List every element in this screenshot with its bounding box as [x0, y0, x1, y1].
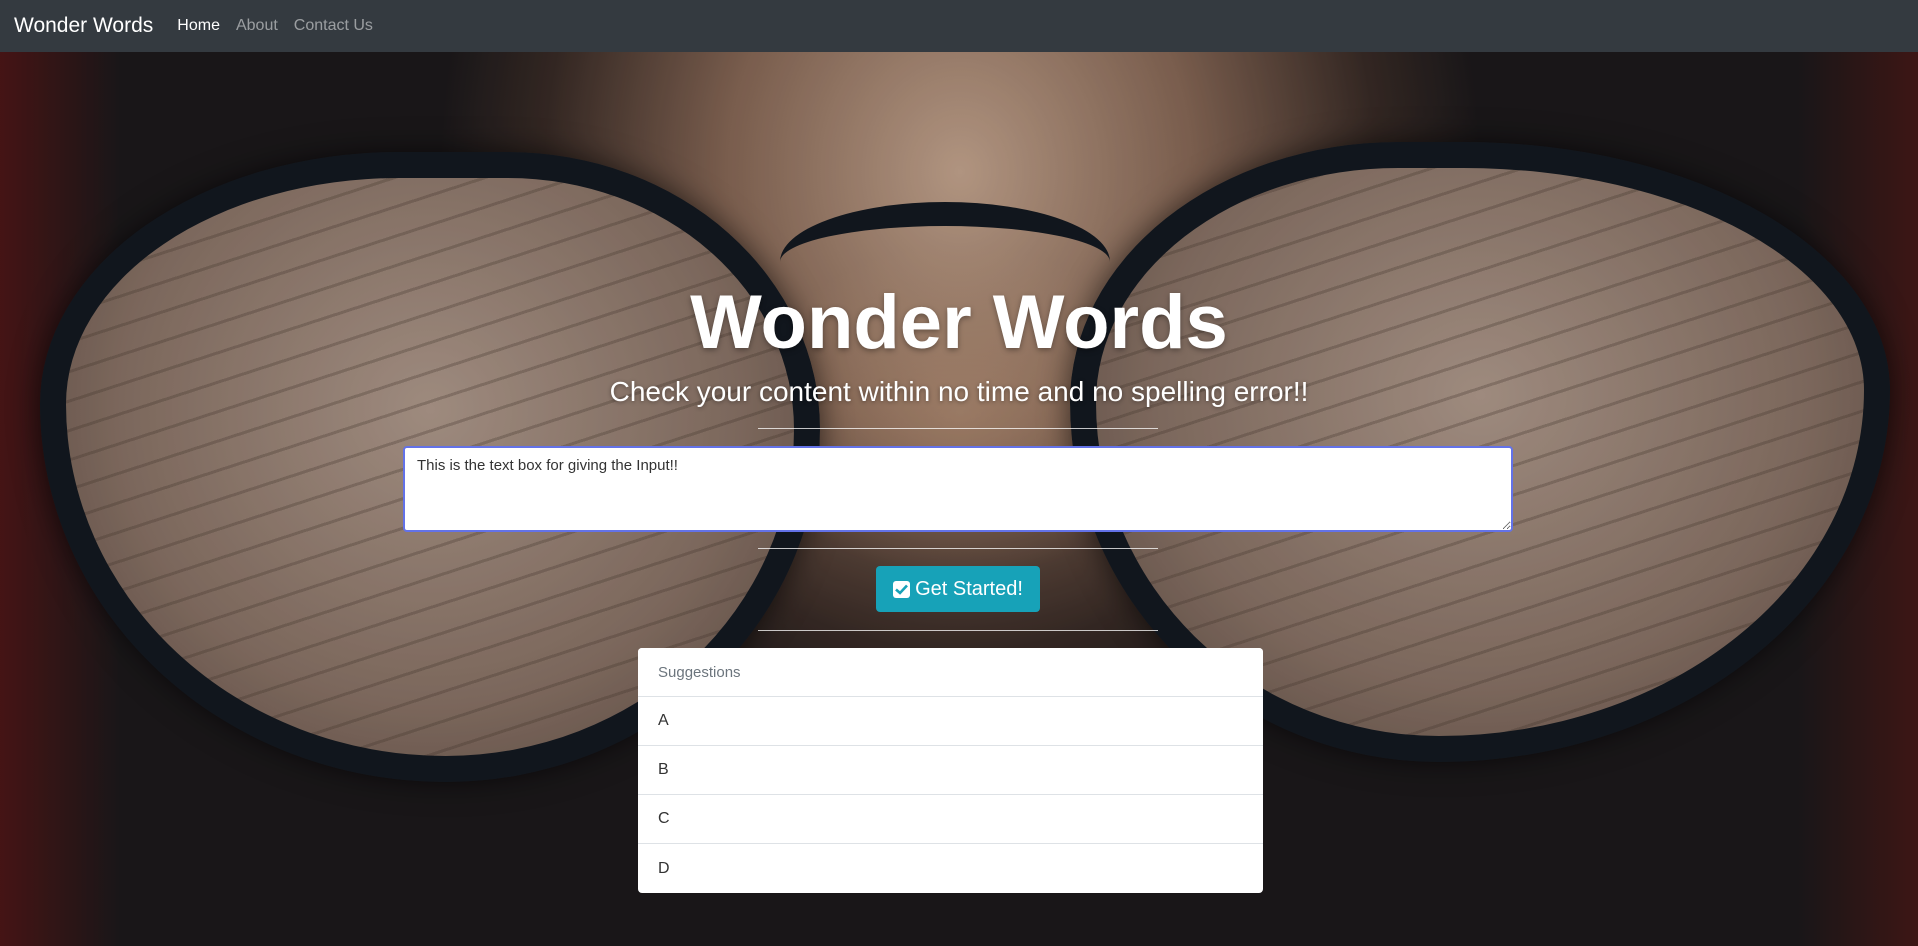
nav-link-contact-us[interactable]: Contact Us — [294, 17, 373, 35]
nav-links: Home About Contact Us — [177, 17, 389, 35]
divider — [758, 548, 1158, 549]
suggestions-list: Suggestions A B C D — [638, 648, 1263, 893]
main-content: Wonder Words Check your content within n… — [0, 52, 1918, 946]
check-square-icon — [893, 580, 911, 598]
top-navbar: Wonder Words Home About Contact Us — [0, 0, 1918, 52]
page-title: Wonder Words — [690, 280, 1228, 365]
list-item[interactable]: C — [638, 795, 1263, 844]
list-item[interactable]: D — [638, 844, 1263, 893]
suggestions-header: Suggestions — [638, 648, 1263, 697]
get-started-button[interactable]: Get Started! — [876, 566, 1040, 612]
divider — [758, 428, 1158, 429]
page-subtitle: Check your content within no time and no… — [609, 376, 1309, 407]
list-item[interactable]: A — [638, 697, 1263, 746]
text-input[interactable]: This is the text box for giving the Inpu… — [403, 446, 1513, 532]
get-started-label: Get Started! — [915, 577, 1023, 600]
divider — [758, 630, 1158, 631]
nav-link-about[interactable]: About — [236, 17, 278, 35]
list-item[interactable]: B — [638, 746, 1263, 795]
navbar-brand[interactable]: Wonder Words — [14, 14, 153, 38]
nav-link-home[interactable]: Home — [177, 17, 220, 35]
